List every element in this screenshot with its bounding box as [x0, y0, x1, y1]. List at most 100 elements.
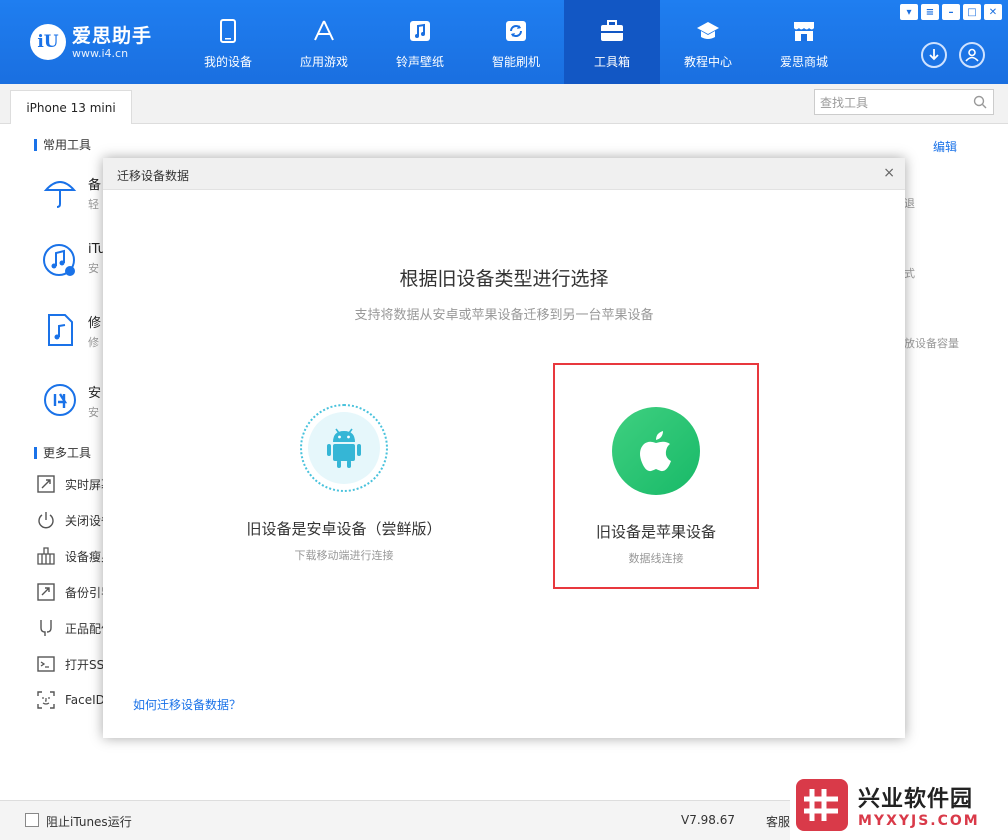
help-link[interactable]: 如何迁移设备数据？	[133, 696, 241, 713]
watermark-en: MYXYJS.COM	[858, 813, 980, 829]
nav-label: 铃声壁纸	[395, 55, 444, 69]
more-tool-item[interactable]: FaceID	[36, 690, 105, 710]
more-tool-item[interactable]: 实时屏幕	[36, 474, 113, 494]
logo-name: 爱思助手	[72, 24, 153, 47]
tool-name: 备	[88, 178, 102, 193]
toolbox-icon	[600, 19, 624, 43]
migrate-dialog: 迁移设备数据 × 根据旧设备类型进行选择 支持将数据从安卓或苹果设备迁移到另一台…	[103, 158, 905, 738]
music-file-icon	[48, 314, 73, 346]
faceid-icon	[37, 691, 55, 709]
android-option-label: 旧设备是安卓设备（尝鲜版）	[246, 520, 442, 538]
graduation-cap-icon	[696, 19, 720, 43]
appstore-icon	[312, 19, 336, 43]
search-placeholder: 查找工具	[820, 95, 869, 110]
nav-label: 爱思商城	[779, 55, 828, 69]
service-link[interactable]: 客服	[766, 813, 790, 830]
nav-toolbox[interactable]: 工具箱	[564, 0, 660, 84]
dialog-subheading: 支持将数据从安卓或苹果设备迁移到另一台苹果设备	[354, 308, 654, 323]
skin-icon[interactable]: ▾	[900, 4, 918, 20]
more-tool-item[interactable]: 关闭设备	[36, 510, 113, 530]
close-icon[interactable]: ✕	[984, 4, 1002, 20]
android-option-desc: 下载移动端进行连接	[294, 549, 394, 562]
dialog-heading: 根据旧设备类型进行选择	[399, 268, 609, 290]
more-tool-item[interactable]: 打开SSH	[36, 654, 113, 674]
apple-option-label: 旧设备是苹果设备	[595, 523, 716, 541]
tool-name: 安	[88, 386, 102, 401]
terminal-icon	[37, 656, 55, 672]
download-icon[interactable]	[921, 42, 947, 68]
dialog-header: 迁移设备数据 ×	[103, 158, 905, 190]
apple-icon	[640, 431, 671, 472]
tool-desc-fragment: 放设备容量	[904, 337, 959, 350]
device-tab[interactable]: iPhone 13 mini	[10, 90, 132, 124]
store-icon	[792, 19, 816, 43]
i4-icon	[44, 384, 76, 416]
tool-install[interactable]: 安安	[42, 382, 101, 420]
backup-icon	[37, 583, 55, 601]
nav-apps[interactable]: 应用游戏	[276, 0, 372, 84]
close-icon[interactable]: ×	[883, 165, 895, 181]
nav-label: 工具箱	[593, 55, 630, 69]
watermark-logo	[796, 779, 848, 831]
power-icon	[38, 512, 54, 529]
user-icon[interactable]	[959, 42, 985, 68]
android-option[interactable]: 旧设备是安卓设备（尝鲜版） 下载移动端进行连接	[241, 404, 447, 630]
tool-desc-fragment: 式	[904, 267, 915, 280]
nav-tutorials[interactable]: 教程中心	[660, 0, 756, 84]
window-controls: ▾ ≡ – □ ✕	[900, 4, 1002, 20]
tool-itunes[interactable]: iTu 安	[42, 242, 106, 278]
logo-badge: iU	[30, 24, 66, 60]
watermark: 兴业软件园 MYXYJS.COM	[790, 770, 1008, 840]
nav-label: 我的设备	[203, 55, 252, 69]
broom-icon	[37, 547, 55, 565]
top-bar: iU 爱思助手 www.i4.cn 我的设备 应用游戏 铃声壁纸 智能刷机 工具…	[0, 0, 1008, 84]
app-logo: iU 爱思助手 www.i4.cn	[30, 24, 152, 60]
maximize-icon[interactable]: □	[963, 4, 981, 20]
tool-desc: 修	[88, 336, 99, 349]
android-icon	[327, 428, 361, 468]
nav-label: 教程中心	[683, 55, 732, 69]
more-tool-item[interactable]: 正品配件	[36, 618, 113, 638]
apple-option-desc: 数据线连接	[628, 552, 684, 565]
block-itunes-checkbox[interactable]	[25, 813, 39, 827]
search-icon[interactable]	[973, 95, 987, 109]
apple-option[interactable]: 旧设备是苹果设备 数据线连接	[553, 363, 759, 589]
tool-repair[interactable]: 修修	[42, 312, 101, 350]
common-tools-title: 常用工具	[34, 139, 91, 151]
nav-label: 应用游戏	[299, 55, 348, 69]
minimize-icon[interactable]: –	[942, 4, 960, 20]
tool-backup[interactable]: 备轻	[42, 174, 101, 212]
refresh-icon	[504, 19, 528, 43]
nav-my-device[interactable]: 我的设备	[180, 0, 276, 84]
tool-name: 修	[88, 316, 102, 331]
accessory-icon	[40, 620, 52, 636]
more-tool-item[interactable]: 设备瘦身	[36, 546, 113, 566]
itunes-icon	[43, 244, 75, 276]
umbrella-icon	[43, 181, 77, 208]
version-label: V7.98.67	[681, 813, 736, 827]
nav-flash[interactable]: 智能刷机	[468, 0, 564, 84]
block-itunes-label: 阻止iTunes运行	[46, 815, 132, 829]
edit-link[interactable]: 编辑	[933, 138, 957, 155]
menu-icon[interactable]: ≡	[921, 4, 939, 20]
search-input[interactable]: 查找工具	[814, 89, 994, 115]
tool-desc: 安	[88, 406, 99, 419]
main-nav: 我的设备 应用游戏 铃声壁纸 智能刷机 工具箱 教程中心 爱思商城	[180, 0, 852, 84]
more-tool-item[interactable]: 备份引导	[36, 582, 113, 602]
dialog-title: 迁移设备数据	[117, 169, 190, 183]
watermark-cn: 兴业软件园	[858, 787, 974, 812]
logo-url: www.i4.cn	[72, 46, 129, 60]
music-icon	[408, 19, 432, 43]
phone-icon	[216, 19, 240, 43]
android-circle	[300, 404, 388, 492]
tool-desc-fragment: 退	[904, 197, 915, 210]
nav-label: 智能刷机	[491, 55, 540, 69]
tool-desc: 轻	[88, 198, 99, 211]
nav-ringtones[interactable]: 铃声壁纸	[372, 0, 468, 84]
device-tab-row: iPhone 13 mini 查找工具	[0, 84, 1008, 124]
nav-store[interactable]: 爱思商城	[756, 0, 852, 84]
more-tool-label: FaceID	[65, 693, 105, 707]
apple-circle	[612, 407, 700, 495]
more-tools-title: 更多工具	[34, 447, 91, 459]
screen-icon	[37, 475, 55, 493]
